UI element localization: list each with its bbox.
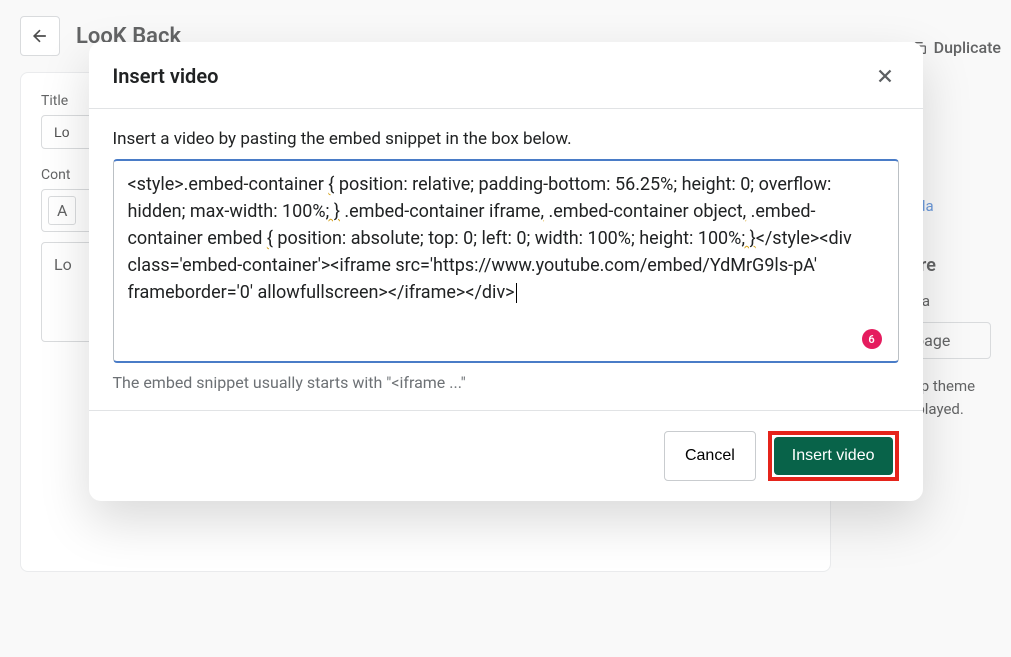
insert-video-button[interactable]: Insert video — [774, 437, 893, 475]
embed-textarea[interactable]: <style>.embed-container { position: rela… — [113, 159, 899, 363]
modal-title: Insert video — [113, 64, 219, 88]
modal-instruction: Insert a video by pasting the embed snip… — [113, 129, 899, 149]
badge-count: 6 — [862, 329, 882, 349]
modal-overlay: Insert video Insert a video by pasting t… — [0, 0, 1011, 657]
close-icon — [874, 65, 896, 87]
insert-video-modal: Insert video Insert a video by pasting t… — [89, 42, 923, 501]
embed-content: <style>.embed-container { position: rela… — [128, 171, 884, 331]
close-button[interactable] — [871, 62, 899, 90]
insert-highlight: Insert video — [768, 431, 899, 481]
helper-text: The embed snippet usually starts with "<… — [113, 373, 899, 392]
cancel-button[interactable]: Cancel — [664, 431, 756, 481]
